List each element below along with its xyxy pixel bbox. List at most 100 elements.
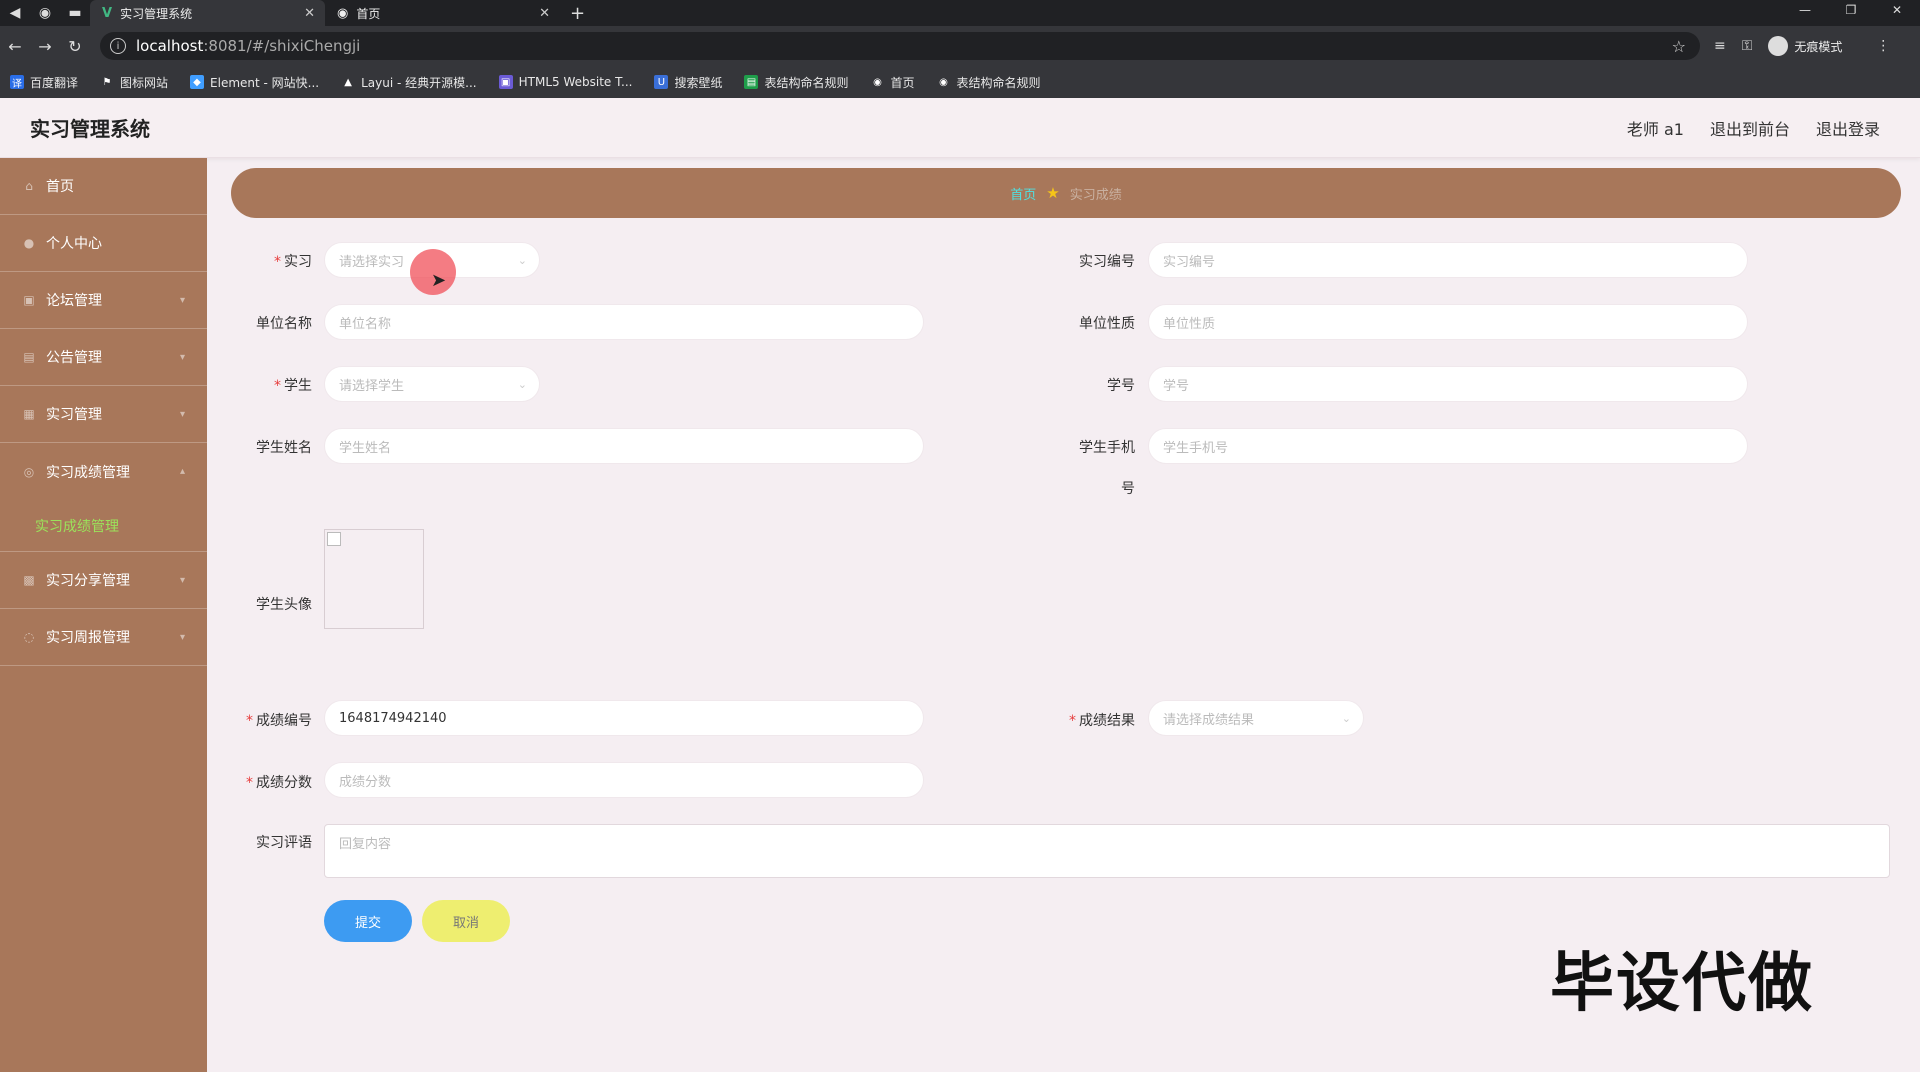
incognito-icon xyxy=(1768,36,1789,56)
restore-icon[interactable]: ❐ xyxy=(1828,0,1874,20)
audio-icon[interactable]: ◀ xyxy=(0,0,30,26)
student-no-label: 学号 xyxy=(1107,378,1135,394)
score-no-input[interactable]: 1648174942140 xyxy=(324,700,924,736)
url-host: localhost xyxy=(136,37,204,55)
bookmark-item[interactable]: ◆ Element - 网站快... xyxy=(190,74,319,91)
tab-label: 实习管理系统 xyxy=(120,6,193,21)
globe-icon: ◉ xyxy=(939,76,948,88)
chevron-down-icon: ⌄ xyxy=(517,253,527,267)
key-icon[interactable]: ⚿ xyxy=(1742,38,1753,54)
cancel-button[interactable]: 取消 xyxy=(422,900,510,942)
app-title: 实习管理系统 xyxy=(30,117,150,141)
window-icon[interactable]: ▬ xyxy=(60,0,90,26)
bookmark-item[interactable]: ▤ 表结构命名规则 xyxy=(744,74,848,91)
star-icon: ★ xyxy=(1046,184,1060,202)
cursor-icon: ➤ xyxy=(431,270,447,291)
chevron-down-icon: ▾ xyxy=(179,574,185,586)
globe-icon[interactable]: ◉ xyxy=(30,0,60,26)
student-name-label: 学生姓名 xyxy=(256,440,312,456)
address-bar: ← → ↻ i localhost:8081/#/shixiChengji ☆ … xyxy=(0,26,1920,66)
translate-icon: 译 xyxy=(10,75,24,90)
score-result-select[interactable]: 请选择成绩结果 ⌄ xyxy=(1148,700,1364,736)
wallpaper-icon: U xyxy=(654,75,669,89)
bookmark-item[interactable]: 译百度翻译 xyxy=(10,74,78,91)
unit-name-input[interactable]: 单位名称 xyxy=(324,304,924,340)
bookmark-item[interactable]: ▲ Layui - 经典开源模... xyxy=(341,74,476,91)
back-to-front-link[interactable]: 退出到前台 xyxy=(1710,116,1790,140)
globe-icon: ◉ xyxy=(873,76,882,88)
score-input[interactable]: 成绩分数 xyxy=(324,762,924,798)
student-label: * 学生 xyxy=(274,378,312,394)
reading-list-icon[interactable]: ≡ xyxy=(1714,38,1726,54)
browser-tab-active[interactable]: V 实习管理系统 ✕ xyxy=(90,0,325,26)
bookmark-item[interactable]: U 搜索壁纸 xyxy=(654,74,722,91)
flag-icon: ⚑ xyxy=(102,76,112,88)
url-input[interactable]: i localhost:8081/#/shixiChengji ☆ xyxy=(100,32,1700,60)
sidebar-item-profile[interactable]: ● 个人中心 xyxy=(0,215,207,272)
close-icon[interactable]: ✕ xyxy=(539,6,550,21)
score-label: * 成绩分数 xyxy=(246,775,312,791)
sidebar-item-internship[interactable]: ▦ 实习管理 ▾ xyxy=(0,386,207,443)
submit-button[interactable]: 提交 xyxy=(324,900,412,942)
watermark: 毕设代做 xyxy=(1550,947,1814,1021)
bookmark-star-icon[interactable]: ☆ xyxy=(1672,37,1686,56)
student-select[interactable]: 请选择学生 ⌄ xyxy=(324,366,540,402)
chevron-down-icon: ▾ xyxy=(179,294,185,306)
chat-icon: ▣ xyxy=(23,293,35,307)
shixi-no-input[interactable]: 实习编号 xyxy=(1148,242,1748,278)
shixi-label: * 实习 xyxy=(274,254,312,270)
student-name-input[interactable]: 学生姓名 xyxy=(324,428,924,464)
sidebar-item-home[interactable]: ⌂ 首页 xyxy=(0,158,207,215)
menu-icon[interactable]: ⋮ xyxy=(1876,38,1890,54)
browser-tab[interactable]: ◉ 首页 ✕ xyxy=(325,0,560,26)
bookmark-item[interactable]: ◉ 首页 xyxy=(870,74,914,91)
close-window-icon[interactable]: ✕ xyxy=(1874,0,1920,20)
forward-icon[interactable]: → xyxy=(30,37,60,56)
sheet-icon: ▤ xyxy=(744,75,759,89)
incognito-label: 无痕模式 xyxy=(1794,39,1843,54)
shixi-no-label: 实习编号 xyxy=(1079,254,1135,270)
bookmarks-bar: 译百度翻译 ⚑ 图标网站 ◆ Element - 网站快... ▲ Layui - 经… xyxy=(0,66,1920,98)
image-placeholder-icon xyxy=(327,532,341,546)
bookmark-item[interactable]: ⚑ 图标网站 xyxy=(100,74,169,91)
browser-tabbar: ◀ ◉ ▬ V 实习管理系统 ✕ ◉ 首页 ✕ + — ❐ ✕ xyxy=(0,0,1920,26)
reload-icon[interactable]: ↻ xyxy=(60,37,90,56)
app-header: 实习管理系统 老师 a1 退出到前台 退出登录 xyxy=(0,98,1920,158)
logout-link[interactable]: 退出登录 xyxy=(1816,116,1880,140)
sidebar-item-share[interactable]: ▩ 实习分享管理 ▾ xyxy=(0,552,207,609)
chevron-down-icon: ▾ xyxy=(179,408,185,420)
sidebar-item-score[interactable]: ◎ 实习成绩管理 ▴ xyxy=(0,443,207,500)
breadcrumb-home[interactable]: 首页 xyxy=(1010,184,1036,203)
avatar-upload[interactable] xyxy=(324,529,424,629)
student-phone-input[interactable]: 学生手机号 xyxy=(1148,428,1748,464)
info-icon[interactable]: i xyxy=(110,38,126,54)
chevron-down-icon: ▾ xyxy=(179,351,185,363)
sidebar-item-notice[interactable]: ▤ 公告管理 ▾ xyxy=(0,329,207,386)
unit-type-label: 单位性质 xyxy=(1079,316,1135,332)
student-avatar-label: 学生头像 xyxy=(256,597,312,613)
unit-type-input[interactable]: 单位性质 xyxy=(1148,304,1748,340)
back-icon[interactable]: ← xyxy=(0,37,30,56)
chevron-down-icon: ⌄ xyxy=(1341,711,1351,725)
close-icon[interactable]: ✕ xyxy=(304,6,315,21)
student-no-input[interactable]: 学号 xyxy=(1148,366,1748,402)
report-icon: ◌ xyxy=(23,630,35,644)
score-no-label: * 成绩编号 xyxy=(246,713,312,729)
student-phone-label: 学生手机 xyxy=(1079,440,1135,456)
minimize-icon[interactable]: — xyxy=(1782,0,1828,20)
briefcase-icon: ▦ xyxy=(23,407,35,421)
chevron-up-icon: ▴ xyxy=(179,466,185,477)
new-tab-icon[interactable]: + xyxy=(560,0,595,26)
url-path: :8081/#/shixiChengji xyxy=(203,37,361,55)
sidebar-item-weekly[interactable]: ◌ 实习周报管理 ▾ xyxy=(0,609,207,666)
vue-icon: V xyxy=(102,5,113,21)
bookmark-item[interactable]: ▣ HTML5 Website T... xyxy=(498,75,632,89)
sidebar: ⌂ 首页 ● 个人中心 ▣ 论坛管理 ▾ ▤ 公告管理 ▾ ▦ 实习管理 ▾ ◎ 实习成绩管理 ▴ … xyxy=(0,158,207,1072)
comment-textarea[interactable]: 回复内容 xyxy=(324,824,1890,878)
bookmark-item[interactable]: ◉ 表结构命名规则 xyxy=(937,74,1040,91)
student-phone-label-wrap: 号 xyxy=(1121,481,1135,497)
score-icon: ◎ xyxy=(23,464,35,479)
sidebar-item-forum[interactable]: ▣ 论坛管理 ▾ xyxy=(0,272,207,329)
incognito-badge[interactable]: 无痕模式 xyxy=(1768,36,1858,56)
sidebar-subitem-score[interactable]: 实习成绩管理 xyxy=(0,500,207,552)
